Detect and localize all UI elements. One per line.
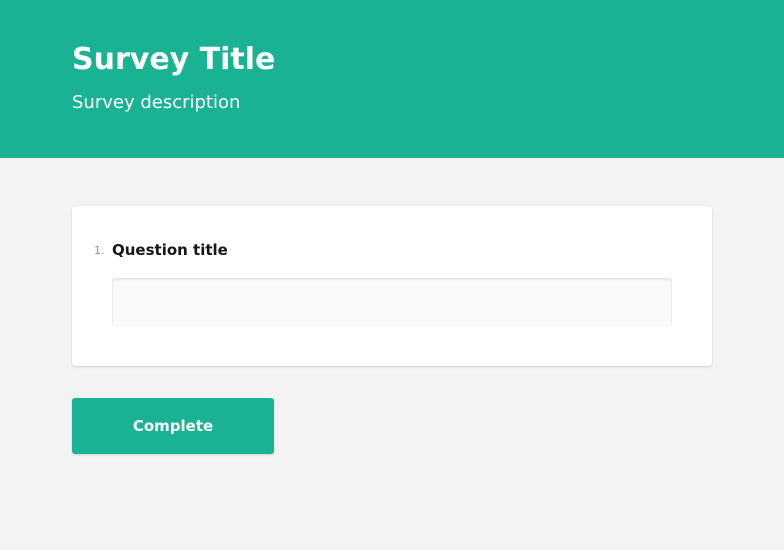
survey-header: Survey Title Survey description <box>0 0 784 158</box>
complete-button[interactable]: Complete <box>72 398 274 454</box>
answer-input[interactable] <box>112 278 672 326</box>
question-card: 1. Question title <box>72 206 712 366</box>
question-number: 1. <box>94 244 105 257</box>
survey-title: Survey Title <box>72 42 276 77</box>
survey-description: Survey description <box>72 92 241 113</box>
question-title: Question title <box>112 241 228 259</box>
